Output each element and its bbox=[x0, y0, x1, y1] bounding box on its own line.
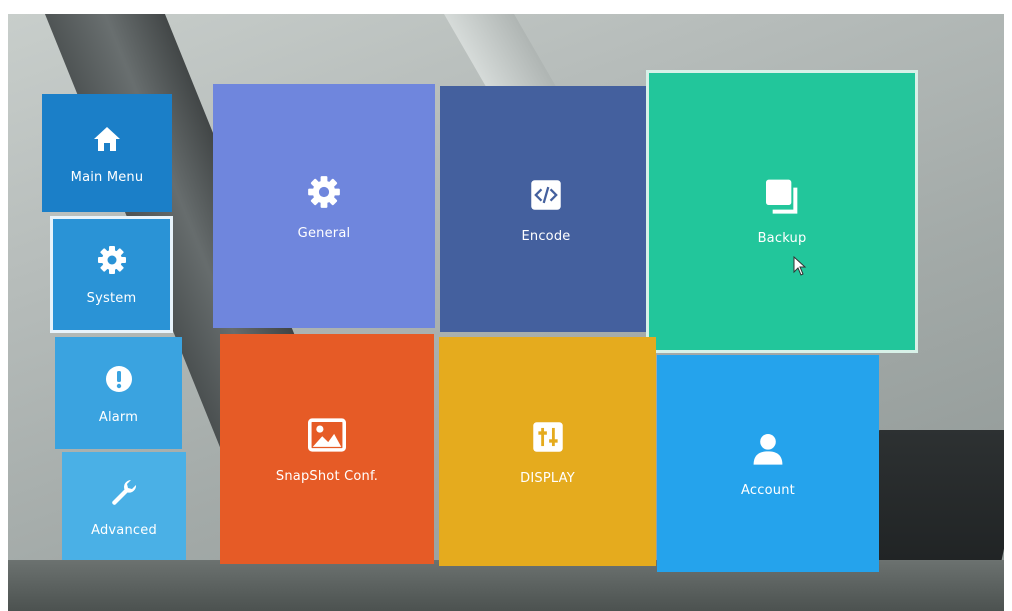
tile-encode[interactable]: Encode bbox=[440, 86, 652, 332]
copy-icon bbox=[762, 177, 802, 217]
home-icon bbox=[90, 122, 124, 156]
display-settings-icon bbox=[528, 417, 568, 457]
image-border-top bbox=[0, 0, 1012, 14]
alert-icon bbox=[102, 362, 136, 396]
tile-label: SnapShot Conf. bbox=[275, 468, 379, 484]
mouse-cursor bbox=[793, 255, 807, 276]
tile-account[interactable]: Account bbox=[657, 355, 879, 572]
tile-label: Account bbox=[741, 483, 795, 498]
sidebar-item-main-menu[interactable]: Main Menu bbox=[42, 94, 172, 212]
tile-snapshot-conf[interactable]: SnapShot Conf. bbox=[220, 334, 434, 564]
tile-label: Encode bbox=[521, 228, 571, 244]
sidebar-item-alarm[interactable]: Alarm bbox=[55, 337, 182, 449]
tile-display[interactable]: DISPLAY bbox=[439, 337, 656, 566]
tile-label: Backup bbox=[757, 231, 807, 246]
gear-icon bbox=[304, 172, 344, 212]
user-icon bbox=[748, 429, 788, 469]
image-border-right bbox=[1004, 0, 1012, 611]
sidebar-item-advanced[interactable]: Advanced bbox=[62, 452, 186, 560]
tile-backup[interactable]: Backup bbox=[646, 70, 918, 353]
sidebar-item-system[interactable]: System bbox=[50, 216, 173, 333]
image-border-left bbox=[0, 0, 8, 611]
wrench-icon bbox=[107, 475, 141, 509]
sidebar-item-label: Alarm bbox=[98, 409, 139, 425]
sidebar-item-label: System bbox=[86, 291, 137, 306]
gear-icon bbox=[95, 243, 129, 277]
sidebar-item-label: Main Menu bbox=[70, 169, 144, 185]
code-icon bbox=[526, 175, 566, 215]
sidebar-item-label: Advanced bbox=[91, 522, 157, 538]
image-icon bbox=[307, 415, 347, 455]
tile-label: General bbox=[297, 225, 351, 241]
tile-general[interactable]: General bbox=[213, 84, 435, 328]
tile-label: DISPLAY bbox=[520, 471, 575, 486]
